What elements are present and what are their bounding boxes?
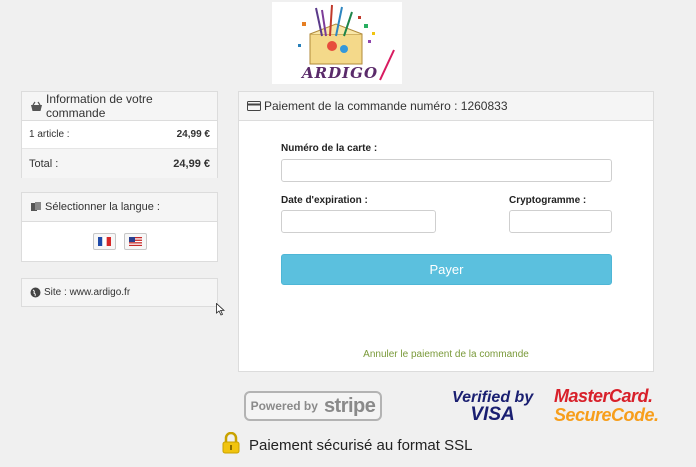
cvc-input[interactable]	[509, 210, 612, 233]
payment-panel: Paiement de la commande numéro : 1260833…	[238, 91, 654, 372]
card-number-input[interactable]	[281, 159, 612, 182]
padlock-icon	[222, 431, 240, 458]
stripe-powered-text: Powered by	[250, 399, 318, 413]
total-row: Total : 24,99 €	[22, 149, 217, 178]
cvc-label: Cryptogramme :	[509, 195, 587, 206]
us-flag-button[interactable]	[123, 233, 147, 250]
language-panel: Sélectionner la langue :	[21, 192, 218, 262]
mastercard-securecode-badge: MasterCard. SecureCode.	[554, 387, 659, 425]
site-label: Site : www.ardigo.fr	[44, 287, 131, 298]
french-flag-icon	[97, 237, 111, 246]
expiry-label: Date d'expiration :	[281, 195, 368, 206]
total-label: Total :	[29, 157, 59, 170]
us-flag-icon	[128, 237, 142, 246]
ssl-text: Paiement sécurisé au format SSL	[249, 436, 473, 454]
french-flag-button[interactable]	[92, 233, 116, 250]
logo-wordmark: ARDIGO	[302, 64, 379, 82]
credit-card-icon	[247, 101, 261, 111]
article-value: 24,99 €	[176, 129, 210, 140]
language-title: Sélectionner la langue :	[45, 201, 160, 213]
ardigo-logo: ARDIGO	[272, 2, 402, 84]
language-icon	[30, 201, 42, 213]
site-panel: Site : www.ardigo.fr	[21, 278, 218, 307]
mc-line2: SecureCode.	[554, 405, 659, 425]
payment-header: Paiement de la commande numéro : 1260833	[239, 92, 653, 121]
powered-by-stripe-badge[interactable]: Powered by stripe	[244, 391, 382, 421]
mouse-cursor-icon	[216, 302, 226, 321]
total-value: 24,99 €	[173, 157, 210, 170]
verified-by-visa-badge: Verified by VISA	[452, 389, 533, 425]
stripe-wordmark: stripe	[323, 394, 376, 417]
basket-icon	[30, 101, 43, 112]
globe-icon	[30, 287, 41, 298]
order-info-title: Information de votre commande	[46, 92, 153, 120]
order-info-panel: Information de votre commande 1 article …	[21, 91, 218, 178]
language-header: Sélectionner la langue :	[22, 193, 217, 222]
card-number-label: Numéro de la carte :	[281, 143, 378, 154]
article-row: 1 article : 24,99 €	[22, 121, 217, 149]
visa-line2: VISA	[470, 404, 515, 425]
article-label: 1 article :	[29, 129, 70, 140]
mc-line1: MasterCard.	[554, 386, 653, 406]
expiry-input[interactable]	[281, 210, 436, 233]
ssl-notice: Paiement sécurisé au format SSL	[222, 431, 473, 458]
pay-button[interactable]: Payer	[281, 254, 612, 285]
cancel-payment-link[interactable]: Annuler le paiement de la commande	[239, 349, 653, 360]
language-options	[22, 222, 217, 250]
payment-title: Paiement de la commande numéro : 1260833	[264, 99, 508, 113]
order-info-header: Information de votre commande	[22, 92, 217, 121]
